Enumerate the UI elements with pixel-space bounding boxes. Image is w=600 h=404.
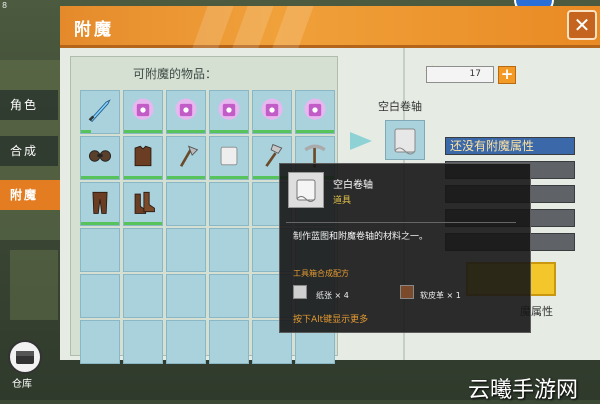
warehouse-button[interactable]: [8, 340, 42, 374]
inventory-slot[interactable]: [166, 228, 206, 272]
inventory-slot[interactable]: [209, 182, 249, 226]
durability-bar: [81, 222, 119, 225]
inventory-slot[interactable]: [209, 320, 249, 364]
enchanted-book-icon: [132, 98, 154, 120]
durability-bar: [124, 222, 162, 225]
inventory-slot[interactable]: [252, 90, 292, 134]
tooltip-divider: [286, 222, 516, 223]
enchanted-book-icon: [261, 98, 283, 120]
inventory-slot[interactable]: [209, 90, 249, 134]
inventory-slot[interactable]: [80, 136, 120, 180]
inventory-slot[interactable]: [80, 320, 120, 364]
blank-scroll-icon: [394, 128, 416, 155]
inventory-slot[interactable]: [166, 136, 206, 180]
sidebar-item-enchant[interactable]: 附魔: [0, 180, 60, 210]
durability-bar: [210, 176, 248, 179]
leather-armor-icon: [134, 145, 152, 167]
header-stripe: [192, 6, 234, 48]
inventory-slot[interactable]: [209, 274, 249, 318]
material-leather: 软皮革 × 1: [420, 291, 461, 300]
enchant-target-slot[interactable]: [385, 120, 425, 160]
tooltip-item-name: 空白卷轴: [333, 180, 373, 191]
sidebar-item-crafting[interactable]: 合成: [0, 136, 58, 166]
selected-item-name: 空白卷轴: [378, 100, 422, 113]
enchant-header: 附魔: [60, 6, 600, 48]
paper-icon: [293, 285, 307, 299]
enchanted-book-icon: [304, 98, 326, 120]
inventory-slot[interactable]: [80, 274, 120, 318]
leather-icon: [400, 285, 414, 299]
material-paper: 纸张 × 4: [316, 291, 349, 300]
header-stripe: [232, 6, 274, 48]
items-title: 可附魔的物品：: [132, 67, 217, 81]
add-stars-button[interactable]: +: [498, 66, 516, 84]
inventory-slot[interactable]: [209, 136, 249, 180]
durability-bar: [124, 176, 162, 179]
tooltip-item-type: 道具: [333, 196, 352, 206]
inventory-slot[interactable]: [80, 228, 120, 272]
tooltip-hint: 按下Alt键显示更多: [293, 315, 369, 325]
tooltip-scroll-icon: [288, 172, 324, 208]
inventory-slot[interactable]: [123, 90, 163, 134]
world-block: [10, 250, 58, 320]
inventory-slot[interactable]: [166, 274, 206, 318]
durability-bar: [253, 130, 291, 133]
tooltip-recipe-title: 工具箱合成配方: [293, 269, 349, 278]
inventory-slot[interactable]: [123, 228, 163, 272]
inventory-slot[interactable]: [80, 90, 120, 134]
leather-boots-icon: [134, 191, 155, 214]
inventory-slot[interactable]: [123, 182, 163, 226]
sidebar-item-character[interactable]: 角色: [0, 90, 58, 120]
blank-scroll-icon: [220, 146, 238, 166]
inventory-slot[interactable]: [166, 320, 206, 364]
inventory-slot[interactable]: [123, 320, 163, 364]
arrow-right-icon: [350, 132, 372, 150]
inventory-slot[interactable]: [209, 228, 249, 272]
enchant-status: 还没有附魔属性: [445, 137, 575, 155]
page-title: 附魔: [74, 20, 114, 40]
corner-number: 8: [2, 1, 8, 10]
axe-icon: [179, 145, 199, 167]
inventory-slot[interactable]: [123, 136, 163, 180]
header-stripe: [272, 6, 314, 48]
durability-bar: [81, 130, 91, 133]
inventory-slot[interactable]: [123, 274, 163, 318]
close-button[interactable]: ✕: [567, 10, 597, 40]
durability-bar: [124, 130, 162, 133]
watermark: 云曦手游网: [468, 378, 579, 403]
durability-bar: [210, 130, 248, 133]
tooltip-description: 制作蓝图和附魔卷轴的材料之一。: [293, 232, 429, 242]
durability-bar: [81, 176, 119, 179]
inventory-slot[interactable]: [80, 182, 120, 226]
enchanted-book-icon: [218, 98, 240, 120]
star-count: 17: [426, 66, 494, 83]
inventory-slot[interactable]: [166, 90, 206, 134]
enchanted-book-icon: [175, 98, 197, 120]
inventory-slot[interactable]: [295, 90, 335, 134]
chest-icon: [16, 351, 34, 364]
durability-bar: [167, 176, 205, 179]
durability-bar: [296, 130, 334, 133]
goggles-icon: [88, 150, 112, 162]
leather-pants-icon: [92, 191, 108, 214]
inventory-slot[interactable]: [166, 182, 206, 226]
diamond-sword-icon: [88, 99, 111, 123]
durability-bar: [167, 130, 205, 133]
warehouse-label: 仓库: [12, 379, 32, 390]
